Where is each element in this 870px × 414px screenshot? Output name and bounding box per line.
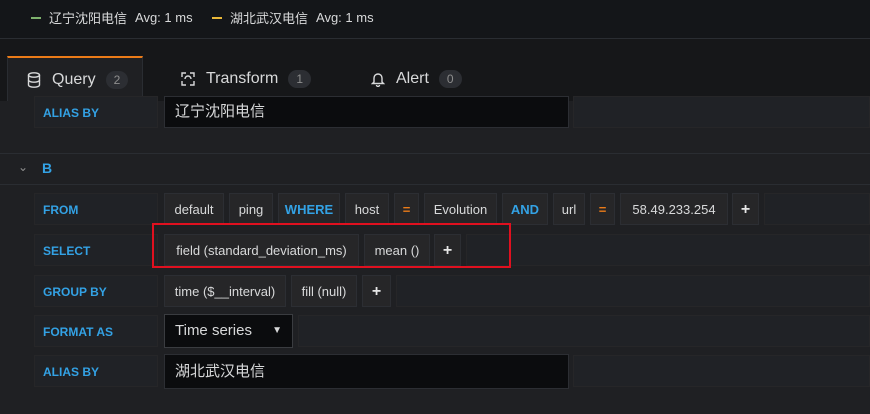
tab-label: Alert xyxy=(396,69,429,87)
tab-transform[interactable]: Transform 1 xyxy=(180,56,311,101)
tab-query[interactable]: Query 2 xyxy=(7,56,143,101)
tab-count-badge: 2 xyxy=(105,70,129,89)
from-label: FROM xyxy=(34,193,158,225)
where-keyword: WHERE xyxy=(278,193,340,225)
tab-count-badge: 1 xyxy=(288,69,311,88)
row-filler xyxy=(466,234,870,266)
format-as-label: FORMAT AS xyxy=(34,315,158,347)
query-editor: ALIAS BY 辽宁沈阳电信 ⌄ B FROM default ping WH… xyxy=(0,96,870,414)
row-filler xyxy=(396,275,870,307)
row-filler xyxy=(298,315,870,347)
database-icon xyxy=(26,71,42,88)
format-select[interactable]: Time series ▼ xyxy=(164,314,293,348)
tag-key-segment[interactable]: host xyxy=(345,193,389,225)
highlight-box xyxy=(152,223,511,268)
bell-icon xyxy=(370,71,386,87)
chevron-down-icon[interactable]: ⌄ xyxy=(18,160,28,174)
legend-series-stat: Avg: 1 ms xyxy=(316,10,374,25)
legend-series-stat: Avg: 1 ms xyxy=(135,10,193,25)
measurement-segment[interactable]: ping xyxy=(229,193,273,225)
tag-key-segment[interactable]: url xyxy=(553,193,585,225)
legend-series-name[interactable]: 辽宁沈阳电信 xyxy=(49,8,127,27)
group-by-time-segment[interactable]: time ($__interval) xyxy=(164,275,286,307)
alias-input[interactable]: 湖北武汉电信 xyxy=(164,354,569,389)
query-name: B xyxy=(42,160,53,176)
graph-legend: 辽宁沈阳电信 Avg: 1 ms 湖北武汉电信 Avg: 1 ms xyxy=(0,0,870,39)
alias-by-label: ALIAS BY xyxy=(34,96,158,128)
condition-and-segment[interactable]: AND xyxy=(502,193,548,225)
legend-item[interactable]: 辽宁沈阳电信 Avg: 1 ms xyxy=(31,8,193,27)
alias-by-label: ALIAS BY xyxy=(34,355,158,387)
tab-label: Query xyxy=(52,70,96,88)
retention-policy-segment[interactable]: default xyxy=(164,193,224,225)
tag-value-segment[interactable]: Evolution xyxy=(424,193,497,225)
row-filler xyxy=(573,96,870,128)
series-color-swatch[interactable] xyxy=(212,16,222,19)
tab-label: Transform xyxy=(206,69,279,87)
add-group-by-button[interactable]: + xyxy=(362,275,391,307)
group-by-label: GROUP BY xyxy=(34,275,158,307)
tag-value-segment[interactable]: 58.49.233.254 xyxy=(620,193,728,225)
add-condition-button[interactable]: + xyxy=(732,193,759,225)
tab-count-badge: 0 xyxy=(438,69,462,88)
row-filler xyxy=(764,193,870,225)
legend-item[interactable]: 湖北武汉电信 Avg: 1 ms xyxy=(212,8,374,27)
select-label: SELECT xyxy=(34,234,158,266)
query-b-header[interactable]: ⌄ B xyxy=(0,153,870,185)
legend-series-name[interactable]: 湖北武汉电信 xyxy=(230,8,308,27)
fill-segment[interactable]: fill (null) xyxy=(291,275,357,307)
series-color-swatch[interactable] xyxy=(31,16,41,19)
row-filler xyxy=(573,355,870,387)
tab-alert[interactable]: Alert 0 xyxy=(370,56,462,101)
transform-icon xyxy=(180,71,196,87)
operator-segment[interactable]: = xyxy=(394,193,419,225)
caret-down-icon: ▼ xyxy=(272,325,282,336)
format-select-value: Time series xyxy=(175,322,252,339)
operator-segment[interactable]: = xyxy=(590,193,615,225)
alias-input[interactable]: 辽宁沈阳电信 xyxy=(164,96,569,128)
